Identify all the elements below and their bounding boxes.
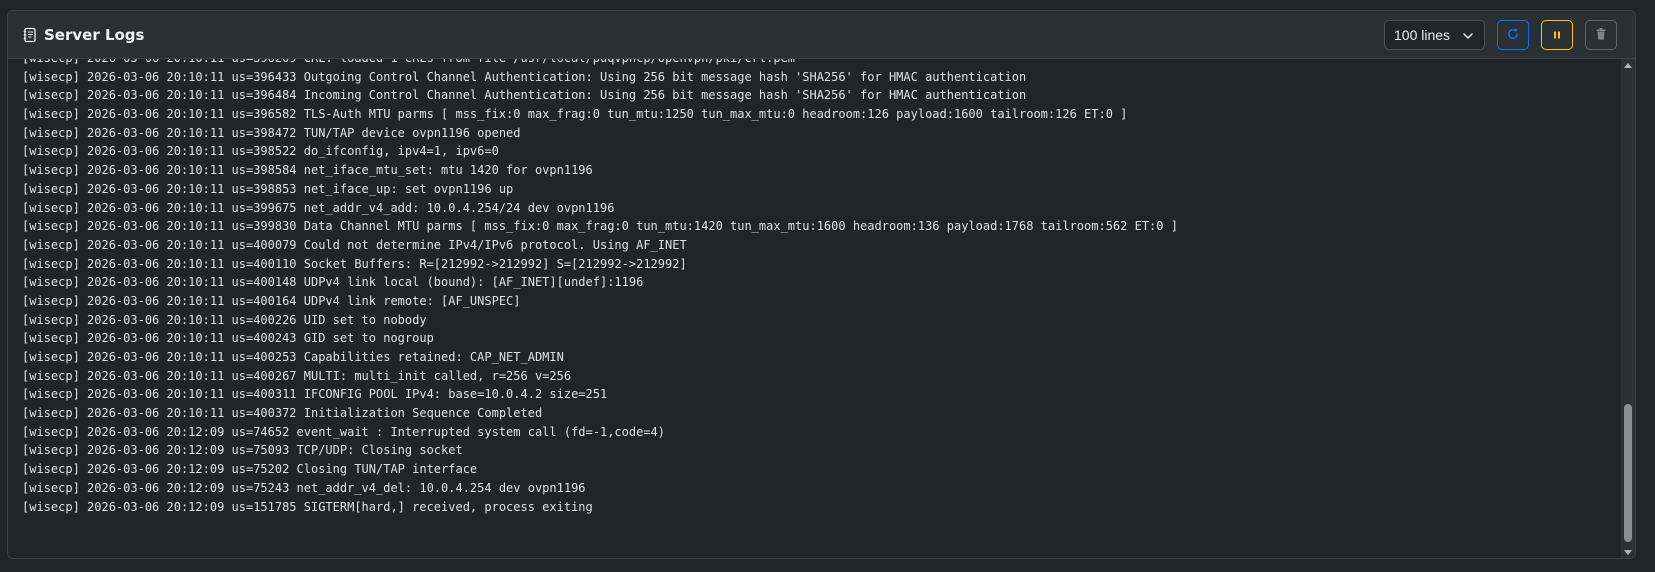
log-line: [wisecp] 2026-03-06 20:12:09 us=151785 S… — [22, 499, 593, 514]
log-line: [wisecp] 2026-03-06 20:12:09 us=75243 ne… — [22, 480, 586, 495]
scroll-up-arrow-icon[interactable] — [1624, 63, 1632, 68]
pause-button[interactable] — [1541, 20, 1573, 50]
scroll-down-arrow-icon[interactable] — [1624, 550, 1632, 555]
refresh-icon — [1506, 26, 1520, 45]
header-controls: 100 lines — [1384, 20, 1617, 50]
log-line: [wisecp] 2026-03-06 20:10:11 us=398853 n… — [22, 181, 514, 196]
log-output: [wisecp] 2026-03-06 20:10:11 us=396209 C… — [8, 59, 1635, 558]
log-line: [wisecp] 2026-03-06 20:10:11 us=396484 I… — [22, 88, 1027, 103]
log-line: [wisecp] 2026-03-06 20:10:11 us=400079 C… — [22, 237, 687, 252]
log-line: [wisecp] 2026-03-06 20:10:11 us=400311 I… — [22, 387, 608, 402]
log-line: [wisecp] 2026-03-06 20:10:11 us=400267 M… — [22, 368, 572, 383]
log-line: [wisecp] 2026-03-06 20:10:11 us=400243 G… — [22, 331, 434, 346]
log-line: [wisecp] 2026-03-06 20:10:11 us=396582 T… — [22, 107, 1128, 122]
server-logs-card: Server Logs 100 lines [wisecp] 2026-03-0… — [7, 10, 1636, 559]
clear-logs-button[interactable] — [1585, 20, 1617, 50]
page-title: Server Logs — [44, 26, 145, 44]
chevron-down-icon — [1462, 29, 1474, 41]
log-scrollbar[interactable] — [1621, 59, 1635, 558]
log-line: [wisecp] 2026-03-06 20:10:11 us=400110 S… — [22, 256, 687, 271]
log-lines-list: [wisecp] 2026-03-06 20:10:11 us=396209 C… — [22, 59, 1178, 516]
journal-text-icon — [22, 27, 38, 43]
log-line: [wisecp] 2026-03-06 20:10:11 us=399830 D… — [22, 219, 1178, 234]
refresh-button[interactable] — [1497, 20, 1529, 50]
log-line: [wisecp] 2026-03-06 20:10:11 us=400226 U… — [22, 312, 427, 327]
log-line: [wisecp] 2026-03-06 20:12:09 us=75202 Cl… — [22, 462, 478, 477]
lines-count-select[interactable]: 100 lines — [1384, 20, 1485, 50]
header-title-group: Server Logs — [22, 11, 144, 59]
log-line: [wisecp] 2026-03-06 20:12:09 us=74652 ev… — [22, 424, 665, 439]
trash-icon — [1594, 26, 1608, 45]
lines-count-value: 100 lines — [1394, 27, 1451, 43]
log-line: [wisecp] 2026-03-06 20:10:11 us=400253 C… — [22, 350, 564, 364]
log-line: [wisecp] 2026-03-06 20:10:11 us=398472 T… — [22, 125, 521, 140]
log-line: [wisecp] 2026-03-06 20:10:11 us=398522 d… — [22, 144, 499, 159]
log-line: [wisecp] 2026-03-06 20:10:11 us=400164 U… — [22, 293, 521, 308]
log-line: [wisecp] 2026-03-06 20:10:11 us=396209 C… — [22, 59, 1178, 68]
log-line: [wisecp] 2026-03-06 20:10:11 us=400148 U… — [22, 275, 644, 290]
log-line: [wisecp] 2026-03-06 20:10:11 us=398584 n… — [22, 163, 593, 178]
pause-icon — [1551, 26, 1563, 45]
scrollbar-thumb[interactable] — [1624, 404, 1632, 542]
log-line: [wisecp] 2026-03-06 20:10:11 us=396433 O… — [22, 69, 1027, 84]
log-line: [wisecp] 2026-03-06 20:10:11 us=399675 n… — [22, 200, 615, 215]
log-line: [wisecp] 2026-03-06 20:12:09 us=75093 TC… — [22, 443, 463, 458]
card-header: Server Logs 100 lines — [8, 11, 1635, 59]
log-line: [wisecp] 2026-03-06 20:10:11 us=400372 I… — [22, 406, 543, 421]
